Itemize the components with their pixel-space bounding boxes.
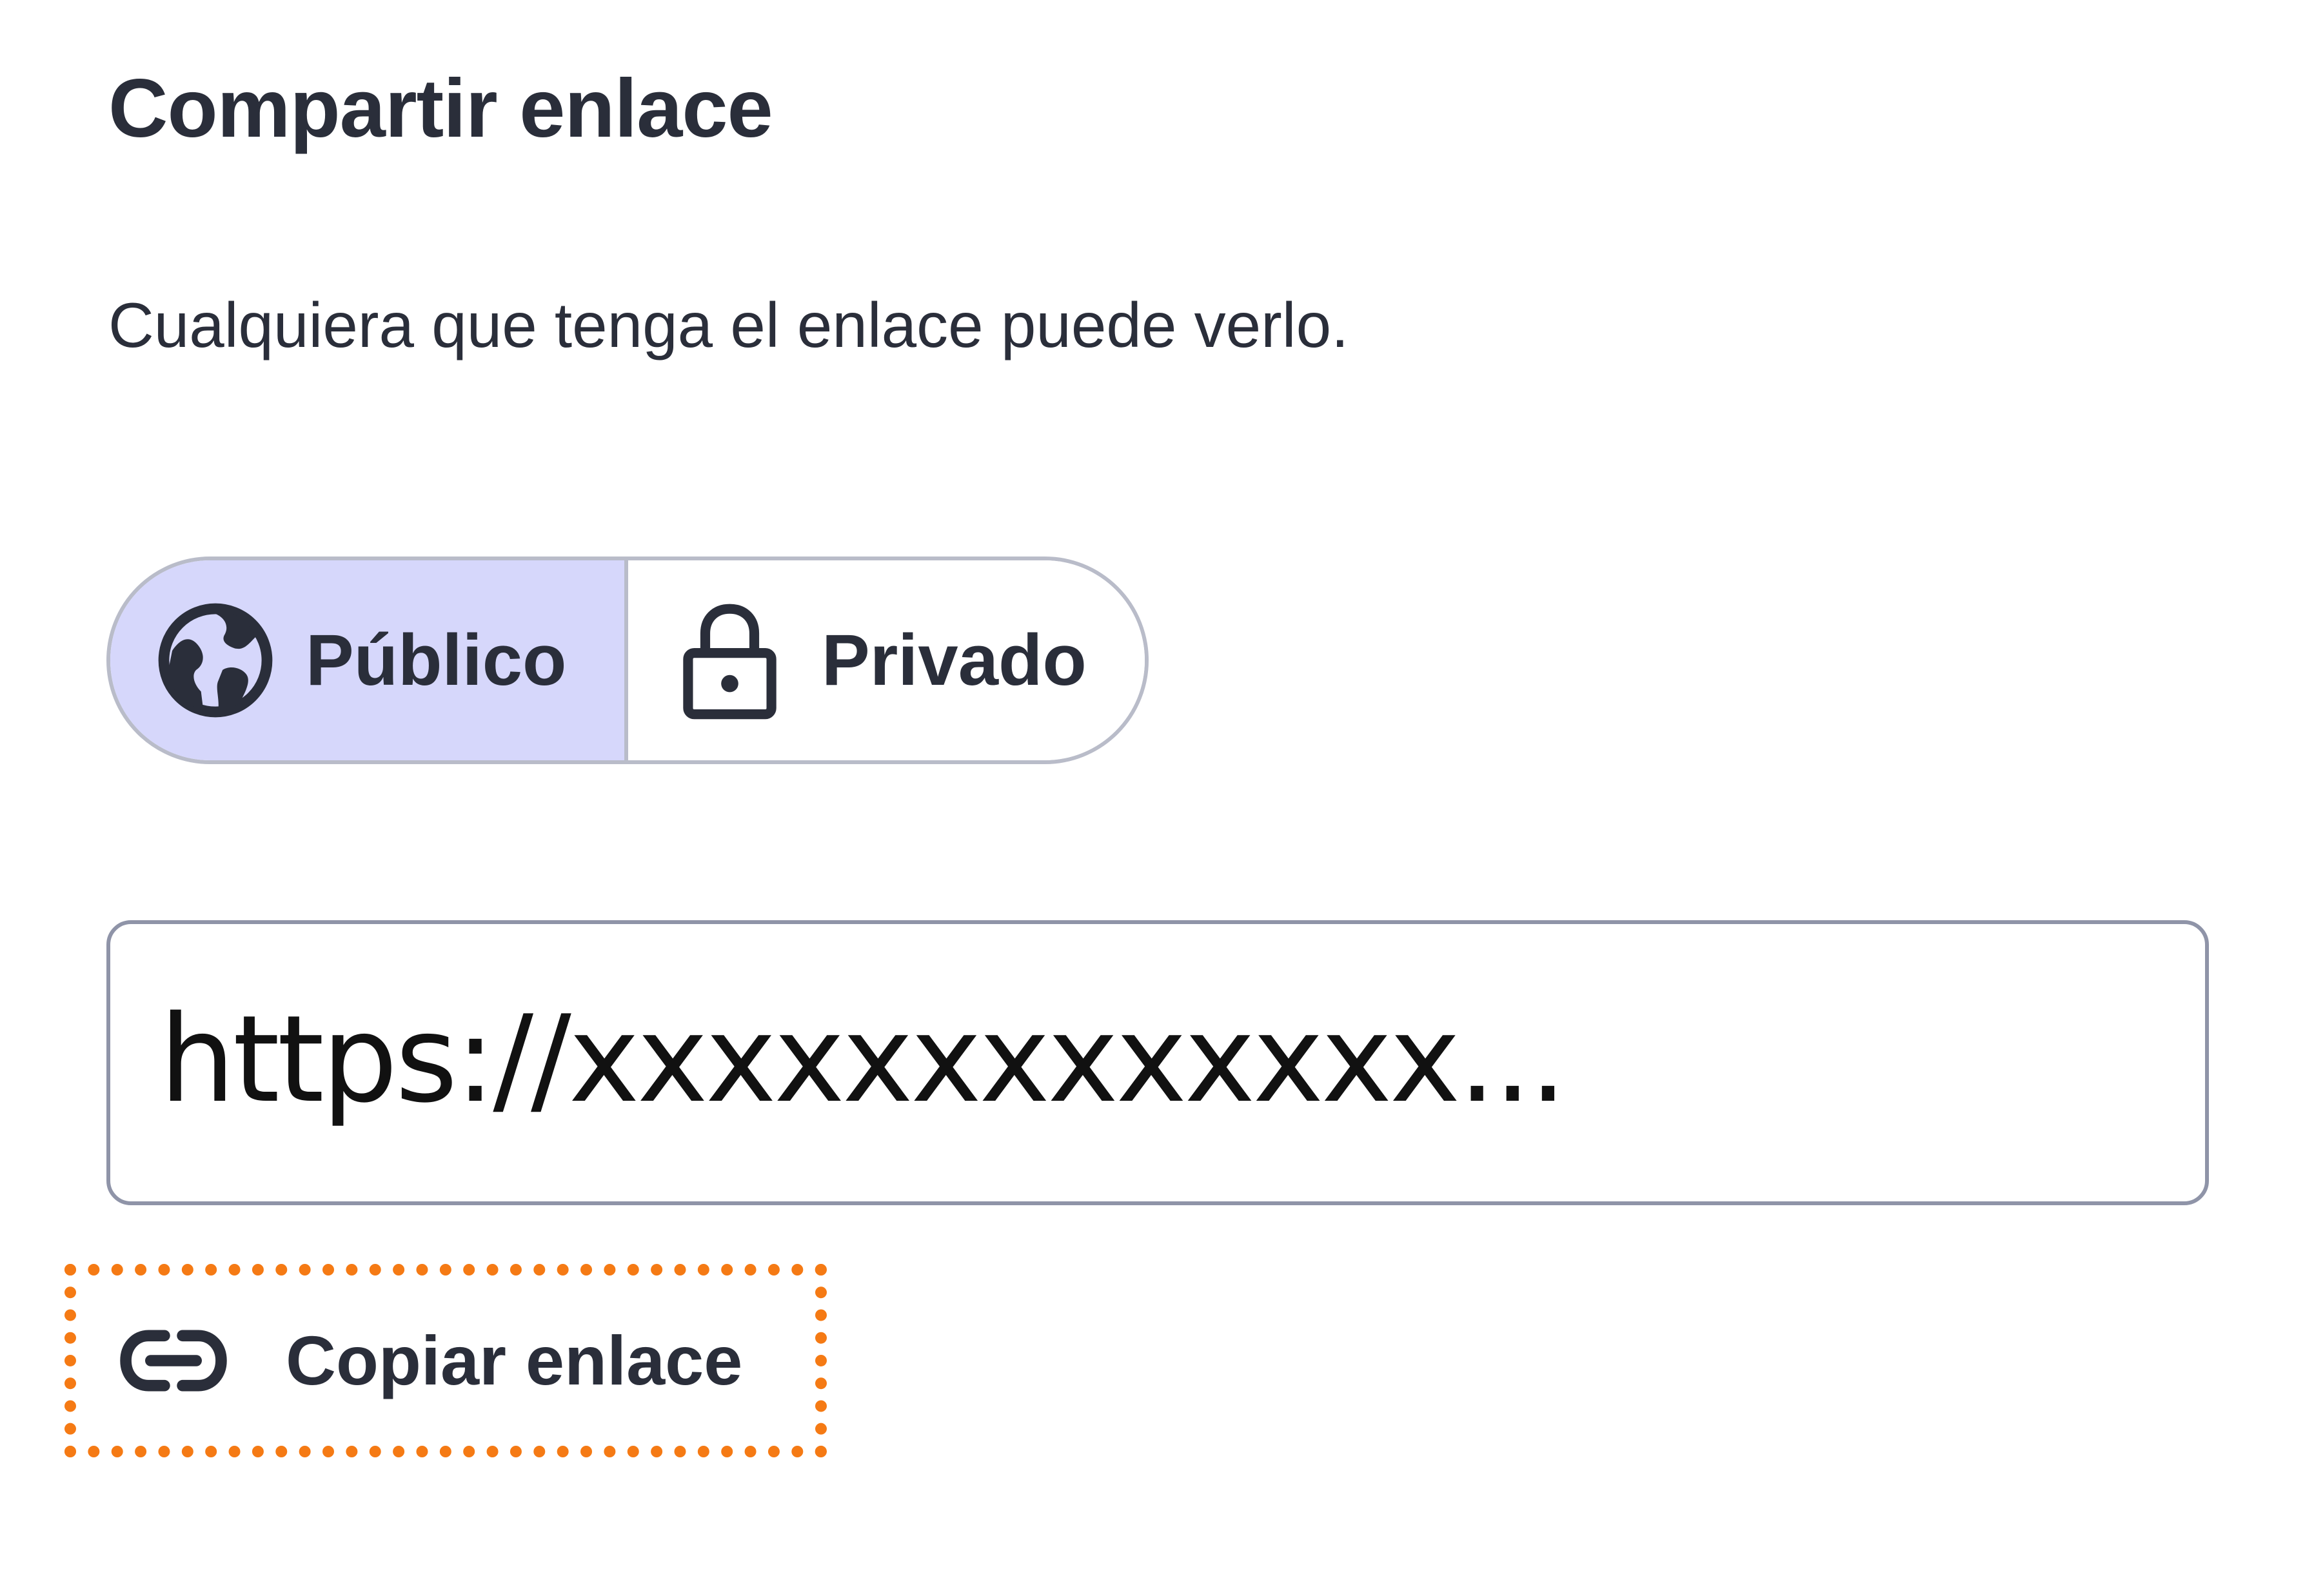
link-icon bbox=[120, 1330, 227, 1392]
visibility-label-public: Público bbox=[306, 620, 567, 700]
visibility-toggle: Público Privado bbox=[106, 557, 1149, 764]
visibility-option-private[interactable]: Privado bbox=[628, 560, 1145, 760]
share-link-field[interactable]: https://xxxxxxxxxxxxx... bbox=[106, 920, 2209, 1205]
visibility-option-public[interactable]: Público bbox=[110, 560, 628, 760]
copy-link-label: Copiar enlace bbox=[286, 1321, 743, 1399]
lock-icon bbox=[683, 604, 777, 720]
copy-link-button[interactable]: Copiar enlace bbox=[106, 1286, 796, 1435]
share-link-value: https://xxxxxxxxxxxxx... bbox=[159, 989, 1567, 1129]
visibility-label-private: Privado bbox=[822, 620, 1087, 700]
dialog-title: Compartir enlace bbox=[108, 63, 773, 155]
globe-icon bbox=[158, 603, 273, 718]
dialog-description: Cualquiera que tenga el enlace puede ver… bbox=[108, 290, 1349, 360]
